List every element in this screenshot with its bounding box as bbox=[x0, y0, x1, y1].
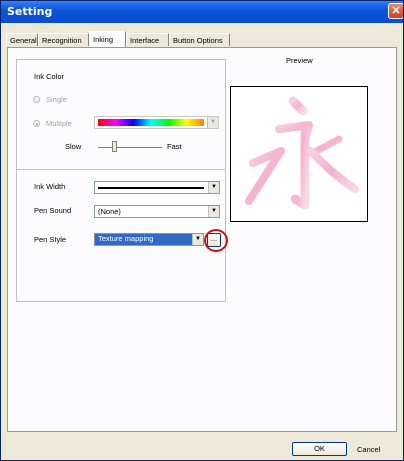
single-radio[interactable] bbox=[33, 96, 40, 103]
setting-dialog: Setting ✕ General Recognition Inking Int… bbox=[0, 0, 404, 461]
close-icon: ✕ bbox=[391, 5, 401, 17]
pen-style-label: Pen Style bbox=[34, 235, 67, 244]
tab-interface[interactable]: Interface bbox=[126, 33, 169, 46]
group-divider bbox=[17, 169, 225, 170]
rainbow-swatch bbox=[98, 119, 204, 126]
tab-recognition[interactable]: Recognition bbox=[38, 33, 89, 46]
fast-label: Fast bbox=[167, 142, 182, 151]
multiple-radio[interactable] bbox=[33, 120, 40, 127]
chevron-down-icon: ▼ bbox=[208, 206, 219, 217]
tab-general[interactable]: General bbox=[6, 33, 38, 46]
ink-width-label: Ink Width bbox=[34, 182, 66, 191]
tab-inking[interactable]: Inking bbox=[89, 31, 126, 47]
pen-sound-value: (None) bbox=[98, 207, 121, 216]
chevron-down-icon: ▼ bbox=[207, 117, 218, 128]
cancel-button[interactable]: Cancel bbox=[357, 445, 380, 454]
pen-sound-label: Pen Sound bbox=[34, 206, 72, 215]
title-bar[interactable]: Setting ✕ bbox=[1, 1, 403, 23]
ink-width-swatch bbox=[98, 187, 204, 189]
chevron-down-icon: ▼ bbox=[192, 234, 203, 245]
close-button[interactable]: ✕ bbox=[388, 3, 403, 19]
window-title: Setting bbox=[7, 5, 53, 18]
tab-button-options[interactable]: Button Options bbox=[169, 33, 230, 46]
color-palette-combo[interactable]: ▼ bbox=[94, 116, 219, 129]
multiple-label: Multiple bbox=[46, 119, 72, 128]
chevron-down-icon: ▼ bbox=[208, 182, 219, 193]
ink-color-label: Ink Color bbox=[34, 72, 65, 81]
pen-sound-combo[interactable]: (None) ▼ bbox=[94, 205, 220, 218]
pen-style-combo[interactable]: Texture mapping ▼ bbox=[94, 233, 204, 246]
ink-width-combo[interactable]: ▼ bbox=[94, 181, 220, 194]
pen-style-value: Texture mapping bbox=[95, 234, 192, 245]
single-label: Single bbox=[46, 95, 67, 104]
highlight-circle bbox=[204, 229, 228, 252]
preview-stroke-art bbox=[245, 96, 359, 210]
speed-slider-thumb[interactable] bbox=[112, 141, 117, 152]
preview-label: Preview bbox=[286, 56, 313, 65]
speed-slider-track[interactable] bbox=[98, 147, 162, 149]
preview-canvas: 永 bbox=[230, 86, 368, 222]
ok-button[interactable]: OK bbox=[292, 442, 347, 456]
slow-label: Slow bbox=[65, 142, 82, 151]
